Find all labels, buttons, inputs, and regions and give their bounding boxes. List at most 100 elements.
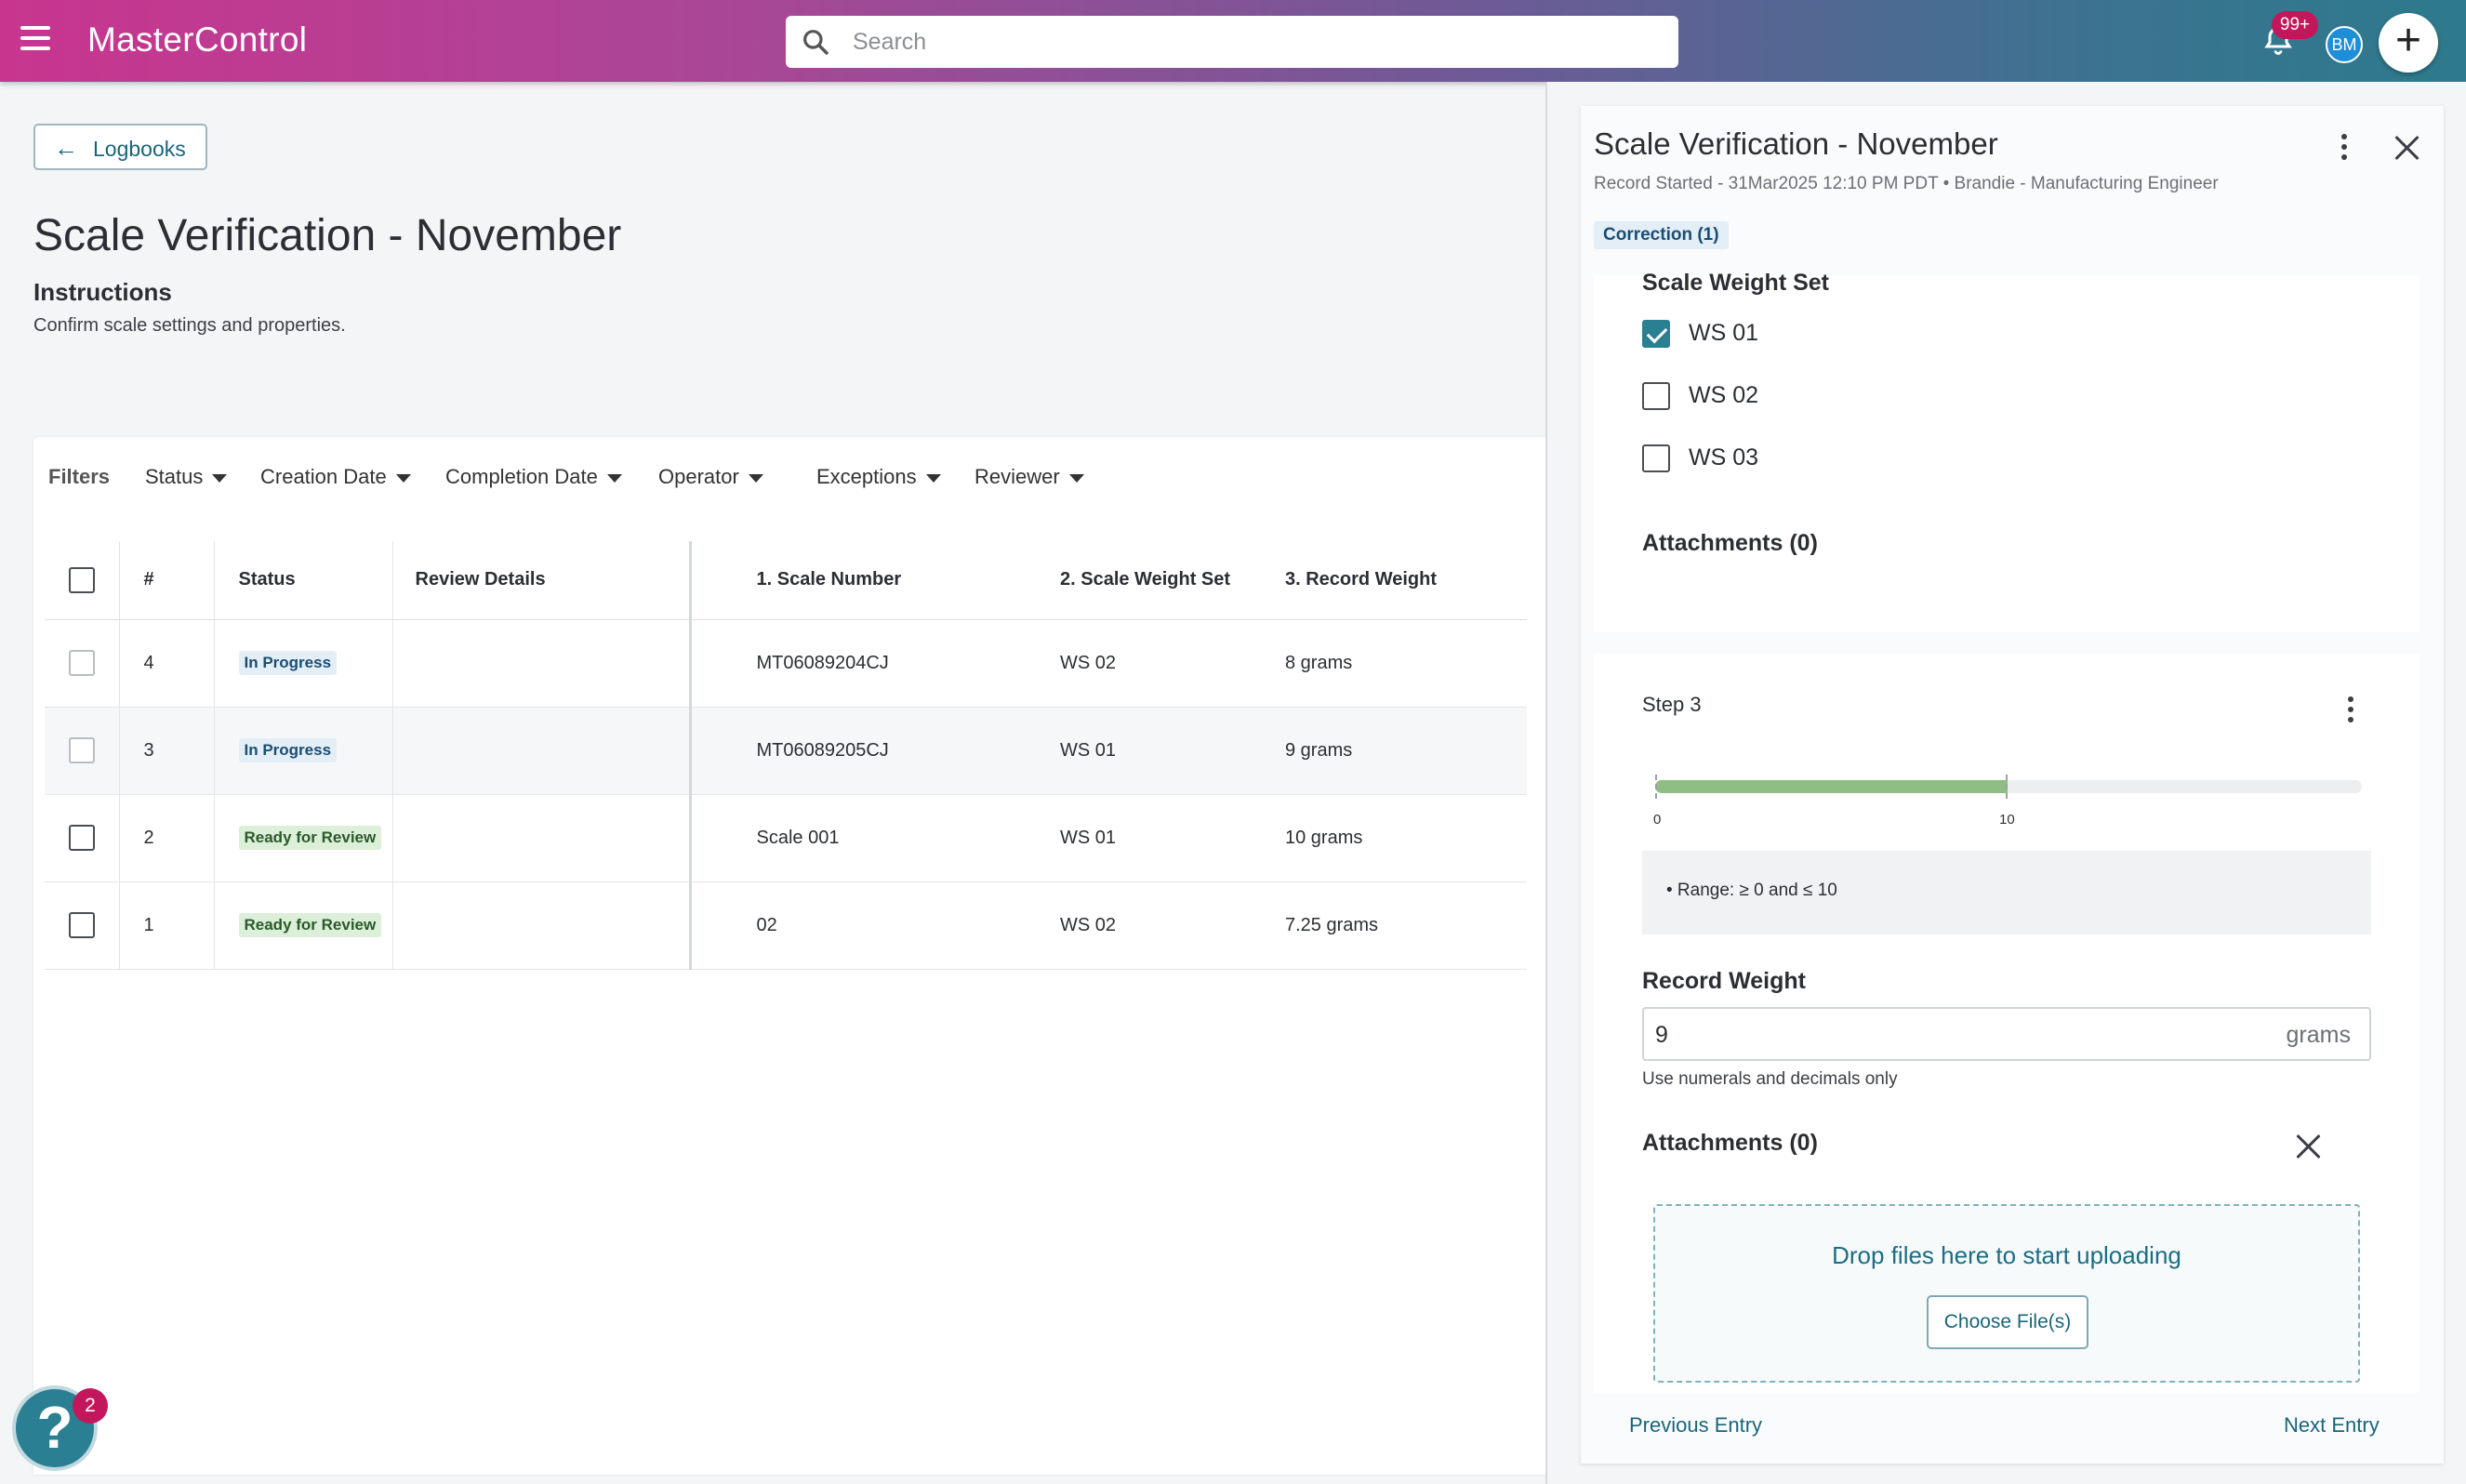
page-title: Scale Verification - November [33,211,622,260]
row-number: 4 [119,619,215,708]
more-options-icon[interactable] [2335,134,2353,167]
row-checkbox[interactable] [68,737,95,763]
table-row[interactable]: 1 Ready for Review 02 WS 02 7.25 grams [45,881,1527,970]
choose-files-button[interactable]: Choose File(s) [1927,1295,2088,1349]
record-weight-unit: grams [2286,1022,2351,1048]
scale-number-cell: Scale 001 [690,794,1047,882]
attachments-heading: Attachments (0) [1642,1130,1818,1156]
record-side-panel: Scale Verification - November Record Sta… [1545,82,2466,1484]
search-icon [803,30,829,55]
file-drop-zone[interactable]: Drop files here to start uploading Choos… [1653,1204,2360,1383]
record-weight-cell: 9 grams [1285,707,1527,795]
table-row[interactable]: 4 In Progress MT06089204CJ WS 02 8 grams [45,619,1527,708]
filter-reviewer[interactable]: Reviewer [974,465,1084,489]
filters-label: Filters [48,465,111,488]
weight-set-cell: WS 01 [1047,707,1285,795]
review-details-cell [392,707,692,795]
instructions-text: Confirm scale settings and properties. [33,315,346,336]
drop-zone-text: Drop files here to start uploading [1832,1241,2181,1269]
weight-set-cell: WS 02 [1047,881,1285,970]
user-avatar[interactable]: BM [2326,26,2363,63]
status-badge: In Progress [238,651,338,675]
caret-down-icon [748,473,763,483]
caret-down-icon [212,473,228,483]
checkbox-unchecked[interactable] [1642,382,1670,410]
option-label: WS 02 [1689,382,1759,408]
notification-count-badge: 99+ [2272,11,2318,39]
search-bar[interactable] [786,16,1678,68]
record-weight-cell: 7.25 grams [1285,881,1527,970]
next-entry-link[interactable]: Next Entry [2284,1413,2380,1438]
range-slider-fill [1655,780,2008,793]
close-icon[interactable] [2393,134,2421,162]
range-max-tick [2006,775,2008,799]
row-number: 1 [119,881,215,970]
column-header-review-details[interactable]: Review Details [392,541,692,620]
record-weight-cell: 8 grams [1285,619,1527,708]
option-label: WS 03 [1689,444,1759,470]
option-label: WS 01 [1689,320,1759,346]
column-header-number[interactable]: # [119,541,215,620]
range-max-label: 10 [1999,812,2015,828]
arrow-left-icon: ← [54,134,78,162]
scale-weight-set-card: Scale Weight Set WS 01 WS 02 WS 03 Attac… [1594,270,2420,632]
scale-number-cell: 02 [690,881,1047,970]
row-checkbox[interactable] [68,650,95,676]
scale-weight-set-heading: Scale Weight Set [1642,270,1829,296]
row-checkbox[interactable] [68,912,95,938]
column-header-status[interactable]: Status [214,541,393,620]
column-header-scale-weight-set[interactable]: 2. Scale Weight Set [1047,541,1285,620]
step-more-options-icon[interactable] [2341,696,2360,730]
review-details-cell [392,881,692,970]
range-slider: 0 10 [1653,775,2362,828]
filter-operator[interactable]: Operator [658,465,763,489]
table-row[interactable]: 2 Ready for Review Scale 001 WS 01 10 gr… [45,794,1527,882]
record-weight-input[interactable] [1655,1018,2213,1052]
filter-exceptions[interactable]: Exceptions [816,465,941,489]
review-details-cell [392,794,692,882]
weight-set-cell: WS 01 [1047,794,1285,882]
filter-creation-date[interactable]: Creation Date [260,465,411,489]
status-badge: Ready for Review [238,913,382,937]
records-table-panel: Filters Status Creation Date Completion … [33,437,1545,1475]
column-header-record-weight[interactable]: 3. Record Weight [1285,541,1527,620]
row-checkbox[interactable] [68,825,95,851]
filter-completion-date[interactable]: Completion Date [445,465,622,489]
scale-number-cell: MT06089205CJ [690,707,1047,795]
checkbox-checked[interactable] [1642,320,1670,348]
status-badge: In Progress [238,738,338,762]
range-text: • Range: ≥ 0 and ≤ 10 [1666,881,1837,900]
range-min-label: 0 [1653,812,1662,828]
add-plus-button[interactable]: + [2379,13,2438,73]
record-started-subtitle: Record Started - 31Mar2025 12:10 PM PDT … [1594,174,2219,193]
previous-entry-link[interactable]: Previous Entry [1629,1413,1762,1438]
records-table: # Status Review Details 1. Scale Number … [45,541,1527,970]
search-input[interactable] [853,25,1652,59]
range-info-box: • Range: ≥ 0 and ≤ 10 [1642,851,2371,934]
help-count-badge: 2 [73,1388,108,1424]
column-header-scale-number[interactable]: 1. Scale Number [690,541,1047,620]
select-all-checkbox[interactable] [68,566,95,593]
checkbox-unchecked[interactable] [1642,444,1670,472]
attachments-close-icon[interactable] [2295,1133,2323,1160]
review-details-cell [392,619,692,708]
table-row-selected[interactable]: 3 In Progress MT06089205CJ WS 01 9 grams [45,707,1527,795]
back-button-label: Logbooks [93,137,186,161]
hamburger-menu-icon[interactable] [20,26,54,56]
row-number: 2 [119,794,215,882]
scale-number-cell: MT06089204CJ [690,619,1047,708]
row-number: 3 [119,707,215,795]
record-weight-field[interactable]: grams [1642,1007,2371,1061]
correction-badge[interactable]: Correction (1) [1594,221,1729,249]
brand-logo[interactable]: MasterControl [87,20,307,60]
weight-set-cell: WS 02 [1047,619,1285,708]
record-weight-label: Record Weight [1642,968,1806,994]
top-bar: MasterControl 99+ BM + [0,0,2466,82]
step-label: Step 3 [1642,693,1702,716]
attachments-heading: Attachments (0) [1642,530,1818,556]
back-to-logbooks-button[interactable]: ← Logbooks [33,124,207,170]
range-min-tick [1655,775,1657,799]
caret-down-icon [1068,473,1084,483]
caret-down-icon [925,473,941,483]
filter-status[interactable]: Status [145,465,228,489]
